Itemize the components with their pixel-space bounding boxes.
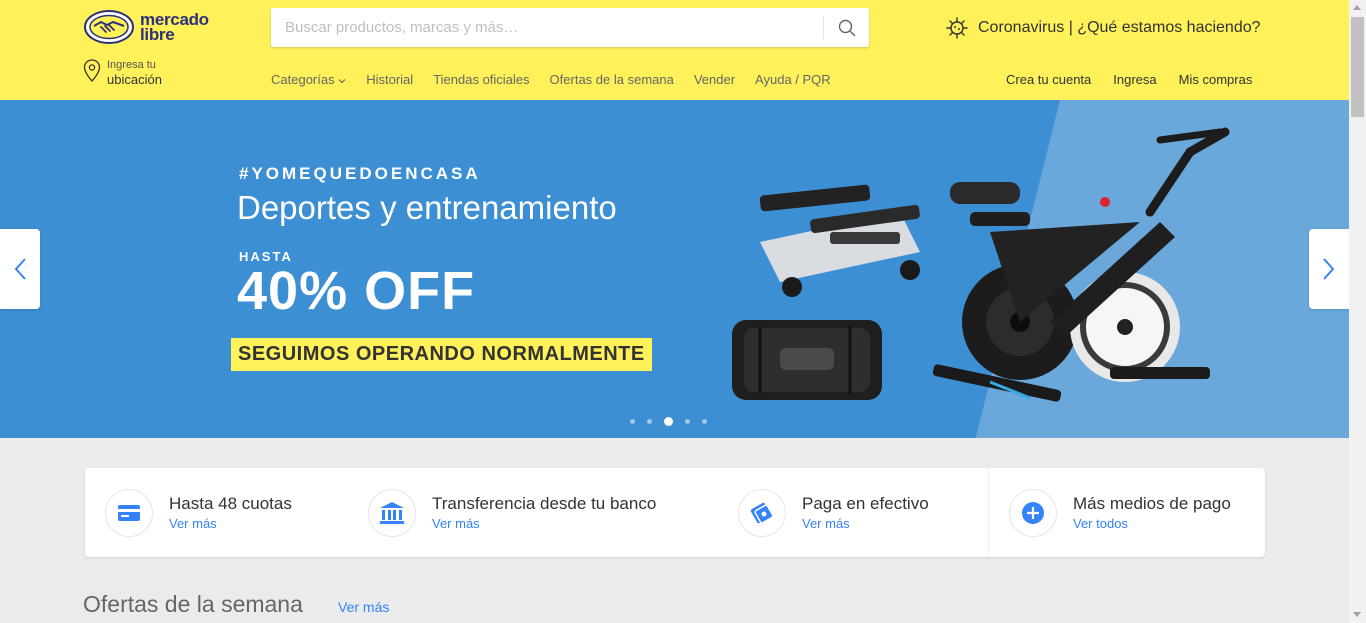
location-pin-icon xyxy=(83,59,101,82)
coronavirus-link[interactable]: Coronavirus | ¿Qué estamos haciendo? xyxy=(946,17,1261,39)
handshake-logo-icon xyxy=(84,10,134,44)
hero-carousel[interactable]: #YOMEQUEDOENCASA Deportes y entrenamient… xyxy=(0,100,1349,438)
virus-icon xyxy=(946,17,968,39)
payment-item-cuotas[interactable]: Hasta 48 cuotas Ver más xyxy=(85,468,350,557)
login-link[interactable]: Ingresa xyxy=(1113,72,1156,87)
payment-icon-circle xyxy=(105,488,153,537)
payment-title: Transferencia desde tu banco xyxy=(432,493,657,513)
carousel-dot[interactable] xyxy=(685,419,690,424)
exercise-bike-image xyxy=(932,127,1230,402)
cash-icon xyxy=(750,502,774,524)
my-purchases-link[interactable]: Mis compras xyxy=(1179,72,1253,87)
carousel-dot-active[interactable] xyxy=(664,417,673,426)
payment-link[interactable]: Ver más xyxy=(432,515,656,533)
search-input[interactable] xyxy=(285,8,821,47)
site-header: mercado libre Coronavirus | ¿Qué estamos… xyxy=(0,0,1349,100)
payment-icon-circle xyxy=(1009,488,1057,537)
chevron-right-icon xyxy=(1323,258,1335,280)
nav-historial[interactable]: Historial xyxy=(366,72,413,87)
location-big: ubicación xyxy=(107,72,162,87)
payment-item-mas-medios[interactable]: Más medios de pago Ver todos xyxy=(988,468,1265,557)
stepper-image xyxy=(759,184,920,297)
location-text: Ingresa tu ubicación xyxy=(107,59,162,87)
bank-icon xyxy=(380,501,404,524)
payment-link[interactable]: Ver más xyxy=(802,515,929,533)
chevron-left-icon xyxy=(14,258,26,280)
user-nav: Crea tu cuenta Ingresa Mis compras xyxy=(1006,72,1252,87)
offers-see-more-link[interactable]: Ver más xyxy=(338,599,389,615)
payment-link[interactable]: Ver más xyxy=(169,515,292,533)
carousel-dots xyxy=(630,417,707,426)
offers-section-title: Ofertas de la semana xyxy=(83,591,303,617)
location-selector[interactable]: Ingresa tu ubicación xyxy=(83,59,162,87)
payment-link[interactable]: Ver todos xyxy=(1073,515,1231,533)
nav-ayuda[interactable]: Ayuda / PQR xyxy=(755,72,831,87)
create-account-link[interactable]: Crea tu cuenta xyxy=(1006,72,1091,87)
dumbbell-image xyxy=(732,320,882,400)
nav-vender[interactable]: Vender xyxy=(694,72,735,87)
payment-text: Hasta 48 cuotas Ver más xyxy=(169,493,292,533)
nav-tiendas-oficiales[interactable]: Tiendas oficiales xyxy=(433,72,529,87)
hero-tag: #YOMEQUEDOENCASA xyxy=(239,164,481,183)
fitness-equipment-image xyxy=(732,127,1230,402)
payment-item-transferencia[interactable]: Transferencia desde tu banco Ver más xyxy=(350,468,720,557)
carousel-dot[interactable] xyxy=(647,419,652,424)
nav-ofertas[interactable]: Ofertas de la semana xyxy=(550,72,674,87)
payment-text: Más medios de pago Ver todos xyxy=(1073,493,1231,533)
payment-text: Paga en efectivo Ver más xyxy=(802,493,929,533)
carousel-dot[interactable] xyxy=(702,419,707,424)
payment-methods-card: Hasta 48 cuotas Ver más Transferencia de… xyxy=(85,468,1265,557)
scrollbar-thumb[interactable] xyxy=(1351,17,1364,117)
chevron-down-icon xyxy=(338,79,346,84)
logo[interactable]: mercado libre xyxy=(84,10,209,44)
payment-item-efectivo[interactable]: Paga en efectivo Ver más xyxy=(720,468,988,557)
carousel-next-button[interactable] xyxy=(1309,229,1349,309)
location-small: Ingresa tu xyxy=(107,59,156,71)
carousel-dot[interactable] xyxy=(630,419,635,424)
main-nav: Categorías Historial Tiendas oficiales O… xyxy=(271,72,831,87)
payment-text: Transferencia desde tu banco Ver más xyxy=(432,493,656,533)
coronavirus-text: Coronavirus | ¿Qué estamos haciendo? xyxy=(978,19,1261,36)
scroll-up-arrow-icon[interactable] xyxy=(1353,5,1361,10)
payment-title: Hasta 48 cuotas xyxy=(169,493,292,513)
search-box xyxy=(271,8,869,47)
hero-discount: 40% OFF xyxy=(237,261,476,321)
nav-categorias[interactable]: Categorías xyxy=(271,72,346,87)
vertical-scrollbar[interactable] xyxy=(1349,0,1366,623)
scroll-down-arrow-icon[interactable] xyxy=(1353,612,1361,617)
carousel-prev-button[interactable] xyxy=(0,229,40,309)
hero-badge: SEGUIMOS OPERANDO NORMALMENTE xyxy=(231,338,652,371)
payment-title: Más medios de pago xyxy=(1073,493,1231,513)
credit-card-icon xyxy=(118,504,140,521)
payment-title: Paga en efectivo xyxy=(802,493,929,513)
search-icon xyxy=(838,19,855,36)
search-button[interactable] xyxy=(823,16,869,39)
logo-text: mercado libre xyxy=(140,11,209,44)
plus-icon xyxy=(1022,501,1044,524)
nav-label: Categorías xyxy=(271,72,335,87)
payment-icon-circle xyxy=(368,488,416,537)
logo-line-2: libre xyxy=(140,25,175,44)
hero-title: Deportes y entrenamiento xyxy=(237,189,617,226)
payment-icon-circle xyxy=(738,488,786,537)
